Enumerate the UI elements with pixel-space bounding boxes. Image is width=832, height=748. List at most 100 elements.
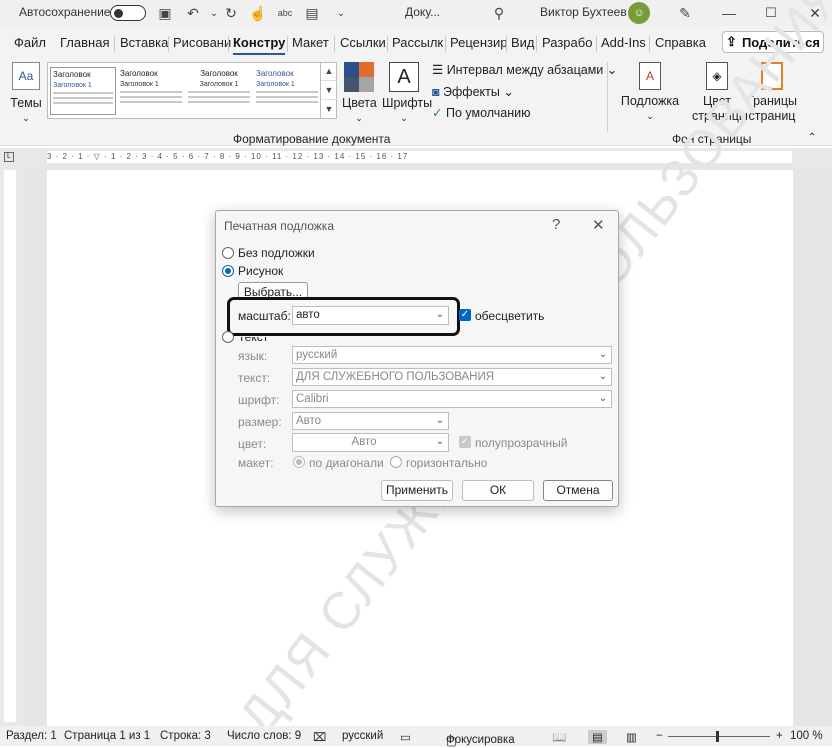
themes-button[interactable]: Aa Темы ⌄ [8, 62, 44, 126]
customize-qat-icon[interactable]: ⌄ [332, 4, 350, 22]
pen-icon[interactable]: ✎ [676, 4, 694, 22]
web-layout-icon[interactable]: ▥ [626, 730, 637, 744]
print-preview-icon[interactable]: ▤ [303, 4, 321, 22]
cancel-button[interactable]: Отмена [543, 480, 613, 501]
apply-button[interactable]: Применить [381, 480, 453, 501]
horizontal-radio[interactable] [390, 456, 402, 468]
autosave-toggle[interactable] [110, 5, 146, 21]
avatar[interactable]: ☺ [628, 2, 650, 24]
tab-separator [168, 36, 169, 52]
zoom-slider-thumb[interactable] [716, 731, 719, 742]
tab-file[interactable]: Файл [14, 35, 46, 50]
tab-home[interactable]: Главная [60, 35, 109, 50]
tab-review[interactable]: Рецензир [450, 35, 508, 50]
set-default-label: По умолчанию [445, 106, 531, 120]
document-name[interactable]: Доку... [405, 5, 440, 19]
effects-label: Эффекты [443, 85, 500, 99]
spelling-icon[interactable]: abc [276, 4, 294, 22]
status-line[interactable]: Строка: 3 [160, 730, 211, 742]
accessibility-icon[interactable]: ▭ [400, 730, 411, 744]
set-default-button[interactable]: ✓ По умолчанию [432, 105, 531, 120]
read-mode-icon[interactable]: 📖 [552, 730, 566, 744]
font-combo[interactable]: Calibri ⌄ [292, 390, 612, 408]
tab-insert[interactable]: Вставка [120, 35, 168, 50]
tab-developer[interactable]: Разрабо [542, 35, 592, 50]
gallery-scroll[interactable]: ▲ ▼ ▼ [320, 62, 337, 119]
tab-addins[interactable]: Add-Ins [601, 35, 646, 50]
fonts-button[interactable]: A Шрифты ⌄ [382, 62, 432, 126]
tab-separator [596, 36, 597, 52]
zoom-out-icon[interactable]: − [656, 730, 663, 742]
semitransparent-checkbox[interactable]: ✓ [459, 436, 471, 448]
tab-separator [387, 36, 388, 52]
language-combo[interactable]: русский ⌄ [292, 346, 612, 364]
style-set-gallery[interactable]: Заголовок Заголовок 1 Заголовок Заголовок … [47, 62, 337, 119]
dialog-title: Печатная подложка [224, 219, 334, 233]
style-set-item[interactable]: Заголовок Заголовок 1 [186, 67, 252, 115]
chevron-down-icon: ⌄ [598, 349, 608, 360]
undo-icon[interactable]: ↶ [184, 4, 202, 22]
ok-button[interactable]: ОК [462, 480, 534, 501]
paragraph-spacing-button[interactable]: ☰ Интервал между абзацами ⌄ [432, 62, 617, 77]
tab-design[interactable]: Констру [233, 35, 286, 55]
help-button[interactable]: ? [552, 216, 560, 233]
search-icon[interactable]: ⚲ [490, 4, 508, 22]
tab-view[interactable]: Вид [511, 35, 535, 50]
zoom-level[interactable]: 100 % [790, 730, 823, 742]
washout-checkbox[interactable]: ✓ [459, 309, 471, 321]
colors-icon [344, 62, 374, 92]
user-name[interactable]: Виктор Бухтеев [540, 5, 627, 19]
effects-icon: ◙ [432, 85, 444, 99]
dialog-close-button[interactable]: ✕ [592, 216, 605, 234]
zoom-slider[interactable] [668, 736, 770, 737]
status-words[interactable]: Число слов: 9 [227, 730, 301, 742]
chevron-down-icon[interactable]: ▼ [321, 81, 337, 100]
tab-references[interactable]: Ссылки [340, 35, 386, 50]
watermark-icon: A [639, 62, 661, 90]
tab-selector-icon[interactable]: L [4, 152, 14, 162]
minimize-icon[interactable]: — [720, 4, 738, 22]
chevron-up-icon[interactable]: ▲ [321, 62, 337, 81]
print-layout-icon[interactable]: ▤ [588, 730, 607, 744]
color-value: Авто [351, 436, 377, 448]
checkmark-icon: ✓ [432, 106, 446, 120]
tab-help[interactable]: Справка [655, 35, 706, 50]
tab-layout[interactable]: Макет [292, 35, 329, 50]
touch-mode-icon[interactable]: ☝ [249, 4, 267, 22]
effects-button[interactable]: ◙ Эффекты ⌄ [432, 84, 514, 99]
size-value: Авто [296, 415, 322, 427]
vertical-ruler-scale [4, 170, 16, 722]
proofing-icon[interactable]: ⌧ [313, 730, 326, 744]
style-set-item[interactable]: Заголовок Заголовок 1 [50, 67, 116, 115]
no-watermark-radio[interactable] [222, 247, 234, 259]
diagonal-radio[interactable] [293, 456, 305, 468]
color-combo[interactable]: Авто ⌄ [292, 433, 449, 452]
style-set-sub: Заголовок 1 [120, 81, 159, 88]
style-set-heading: Заголовок [200, 69, 238, 78]
style-set-sub: Заголовок 1 [53, 82, 92, 89]
text-combo[interactable]: ДЛЯ СЛУЖЕБНОГО ПОЛЬЗОВАНИЯ ⌄ [292, 368, 612, 386]
gallery-expand-icon[interactable]: ▼ [321, 100, 337, 119]
size-combo[interactable]: Авто ⌄ [292, 412, 449, 430]
zoom-in-icon[interactable]: + [776, 730, 783, 742]
colors-button[interactable]: Цвета ⌄ [342, 62, 377, 126]
watermark-button[interactable]: A Подложка ⌄ [620, 62, 680, 124]
undo-dropdown-icon[interactable]: ⌄ [205, 4, 223, 22]
picture-radio[interactable] [222, 265, 234, 277]
status-language[interactable]: русский [342, 730, 383, 742]
status-page[interactable]: Страница 1 из 1 [64, 730, 150, 742]
scale-combo[interactable]: авто ⌄ [292, 306, 449, 325]
text-watermark-radio[interactable] [222, 331, 234, 343]
tab-separator [287, 36, 288, 52]
watermark-label: Подложка [620, 94, 680, 108]
collapse-ribbon-icon[interactable]: ⌃ [808, 132, 816, 143]
style-set-item[interactable]: Заголовок Заголовок 1 [118, 67, 184, 115]
save-icon[interactable]: ▣ [156, 4, 174, 22]
style-set-heading: Заголовок [256, 69, 294, 78]
vertical-ruler[interactable] [0, 166, 22, 726]
redo-icon[interactable]: ↻ [222, 4, 240, 22]
tab-mailings[interactable]: Рассылк [392, 35, 443, 50]
status-section[interactable]: Раздел: 1 [6, 730, 57, 742]
style-set-item[interactable]: Заголовок Заголовок 1 [254, 67, 320, 115]
tab-draw[interactable]: Рисовани [173, 35, 231, 50]
